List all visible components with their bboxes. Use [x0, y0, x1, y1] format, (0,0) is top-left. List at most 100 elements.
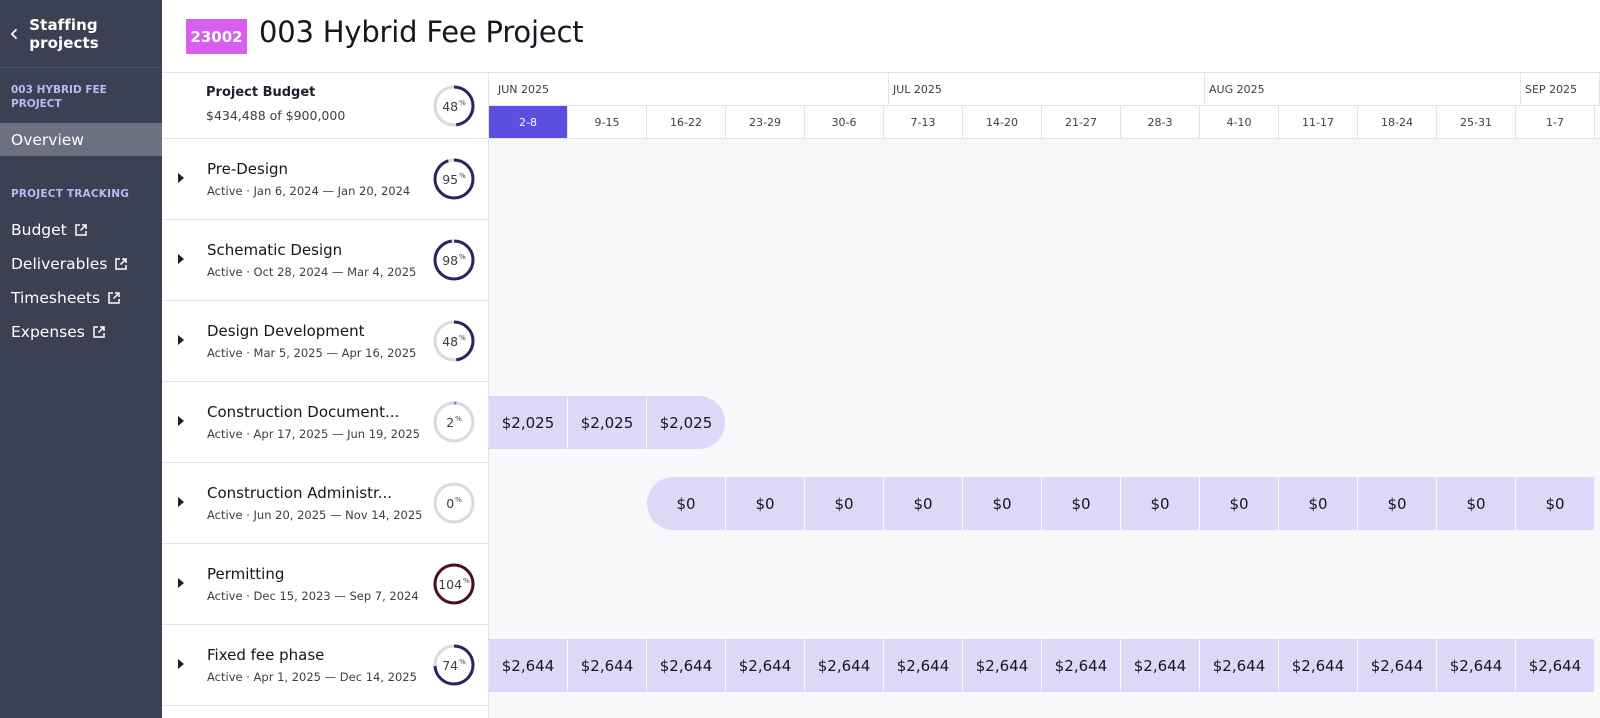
gauge-percent: 2%: [446, 414, 462, 430]
budget-progress-gauge: 48%: [432, 84, 476, 128]
week-cell-current[interactable]: 2-8: [489, 106, 568, 138]
fee-cell[interactable]: $0: [1358, 477, 1436, 530]
external-link-icon: [75, 224, 87, 236]
month-label: SEP 2025: [1516, 73, 1600, 106]
fee-cell[interactable]: $2,644: [1279, 639, 1357, 692]
fee-cell[interactable]: $0: [726, 477, 804, 530]
week-cell[interactable]: 4-10: [1200, 106, 1279, 138]
phase-name: Schematic Design: [207, 241, 343, 259]
fee-cell[interactable]: $0: [1121, 477, 1199, 530]
phase-dates: Active · Mar 5, 2025 — Apr 16, 2025: [207, 346, 417, 360]
fee-cell[interactable]: $2,644: [1437, 639, 1515, 692]
month-label: AUG 2025: [1200, 73, 1521, 106]
fee-cell[interactable]: $0: [963, 477, 1041, 530]
nav-expenses-label: Expenses: [11, 323, 85, 341]
budget-title: Project Budget: [206, 85, 316, 100]
gauge-percent: 98%: [442, 252, 466, 268]
fee-cell[interactable]: $0: [1437, 477, 1515, 530]
phase-row[interactable]: Design Development Active · Mar 5, 2025 —…: [162, 301, 489, 382]
week-cell[interactable]: 25-31: [1437, 106, 1516, 138]
expand-caret-icon[interactable]: [178, 659, 184, 669]
fee-cell[interactable]: $0: [805, 477, 883, 530]
phase-row[interactable]: Fixed fee phase Active · Apr 1, 2025 — De…: [162, 625, 489, 706]
fee-cell[interactable]: $2,025: [489, 396, 567, 449]
fee-cell[interactable]: $0: [1200, 477, 1278, 530]
back-to-staffing-projects[interactable]: Staffing projects: [0, 0, 162, 68]
phase-dates: Active · Jun 20, 2025 — Nov 14, 2025: [207, 508, 423, 522]
nav-budget[interactable]: Budget: [11, 218, 88, 242]
month-label: JUL 2025: [884, 73, 1205, 106]
fee-cell[interactable]: $2,025: [647, 396, 725, 449]
week-cell[interactable]: 16-22: [647, 106, 726, 138]
phase-row[interactable]: Permitting Active · Dec 15, 2023 — Sep 7,…: [162, 544, 489, 625]
phase-dates: Active · Oct 28, 2024 — Mar 4, 2025: [207, 265, 417, 279]
week-header: 2-8 9-15 16-22 23-29 30-6 7-13 14-20 21-27 28-3 4…: [489, 106, 1600, 139]
phase-progress-gauge: 98%: [432, 238, 476, 282]
gauge-percent: 95%: [442, 171, 466, 187]
phase-progress-gauge: 48%: [432, 319, 476, 363]
fee-cell[interactable]: $2,644: [1200, 639, 1278, 692]
week-cell[interactable]: 30-6: [805, 106, 884, 138]
phase-row[interactable]: Construction Document... Active · Apr 17,…: [162, 382, 489, 463]
sidebar: Staffing projects 003 HYBRID FEE PROJECT…: [0, 0, 162, 718]
gauge-percent: 48%: [442, 333, 466, 349]
fee-cell[interactable]: $0: [647, 477, 725, 530]
phase-progress-gauge: 104%: [432, 562, 476, 606]
fee-cell[interactable]: $2,644: [568, 639, 646, 692]
phase-row[interactable]: Schematic Design Active · Oct 28, 2024 — …: [162, 220, 489, 301]
timeline: JUN 2025 JUL 2025 AUG 2025 SEP 2025 2-8 9-15…: [489, 73, 1600, 718]
fee-cell[interactable]: $2,644: [963, 639, 1041, 692]
fee-cell[interactable]: $0: [1516, 477, 1594, 530]
week-cell[interactable]: 9-15: [568, 106, 647, 138]
phase-dates: Active · Dec 15, 2023 — Sep 7, 2024: [207, 589, 419, 603]
week-cell[interactable]: 28-3: [1121, 106, 1200, 138]
expand-caret-icon[interactable]: [178, 416, 184, 426]
fee-cell[interactable]: $0: [1042, 477, 1120, 530]
nav-deliverables-label: Deliverables: [11, 255, 108, 273]
week-cell[interactable]: 1-7: [1516, 106, 1595, 138]
fee-cell[interactable]: $2,644: [489, 639, 567, 692]
fee-cell[interactable]: $2,644: [1042, 639, 1120, 692]
phase-name: Fixed fee phase: [207, 646, 325, 664]
phase-name: Construction Administr...: [207, 484, 393, 502]
gauge-percent: 74%: [442, 657, 466, 673]
week-cell[interactable]: 7-13: [884, 106, 963, 138]
fee-cell[interactable]: $2,644: [1121, 639, 1199, 692]
phase-progress-gauge: 0%: [432, 481, 476, 525]
fee-cell[interactable]: $2,644: [647, 639, 725, 692]
fee-cell[interactable]: $2,644: [1358, 639, 1436, 692]
expand-caret-icon[interactable]: [178, 578, 184, 588]
page-header: 23002 003 Hybrid Fee Project: [162, 0, 1600, 73]
fee-cell[interactable]: $0: [884, 477, 962, 530]
chevron-left-icon: [10, 28, 18, 39]
nav-expenses[interactable]: Expenses: [11, 320, 106, 344]
fee-cell[interactable]: $2,644: [726, 639, 804, 692]
week-cell[interactable]: 18-24: [1358, 106, 1437, 138]
fee-cell[interactable]: $2,644: [884, 639, 962, 692]
week-cell[interactable]: 23-29: [726, 106, 805, 138]
phase-row[interactable]: Pre-Design Active · Jan 6, 2024 — Jan 20,…: [162, 139, 489, 220]
expand-caret-icon[interactable]: [178, 497, 184, 507]
fee-cell[interactable]: $2,025: [568, 396, 646, 449]
week-cell[interactable]: 21-27: [1042, 106, 1121, 138]
project-number-badge: 23002: [186, 19, 247, 54]
nav-timesheets[interactable]: Timesheets: [11, 286, 121, 310]
expand-caret-icon[interactable]: [178, 335, 184, 345]
external-link-icon: [115, 258, 128, 270]
nav-overview[interactable]: Overview: [0, 123, 162, 156]
project-budget-row: Project Budget $434,488 of $900,000 48%: [162, 73, 489, 139]
month-label: JUN 2025: [489, 73, 889, 106]
phase-row[interactable]: Construction Administr... Active · Jun 20…: [162, 463, 489, 544]
phase-name: Construction Document...: [207, 403, 400, 421]
fee-cell[interactable]: $2,644: [805, 639, 883, 692]
fee-cell[interactable]: $0: [1279, 477, 1357, 530]
fee-cell[interactable]: $2,644: [1516, 639, 1594, 692]
phase-dates: Active · Apr 17, 2025 — Jun 19, 2025: [207, 427, 420, 441]
budget-summary: $434,488 of $900,000: [206, 108, 346, 123]
week-cell[interactable]: 14-20: [963, 106, 1042, 138]
project-name-label: 003 HYBRID FEE PROJECT: [11, 84, 107, 110]
expand-caret-icon[interactable]: [178, 254, 184, 264]
week-cell[interactable]: 11-17: [1279, 106, 1358, 138]
expand-caret-icon[interactable]: [178, 173, 184, 183]
nav-deliverables[interactable]: Deliverables: [11, 252, 128, 276]
